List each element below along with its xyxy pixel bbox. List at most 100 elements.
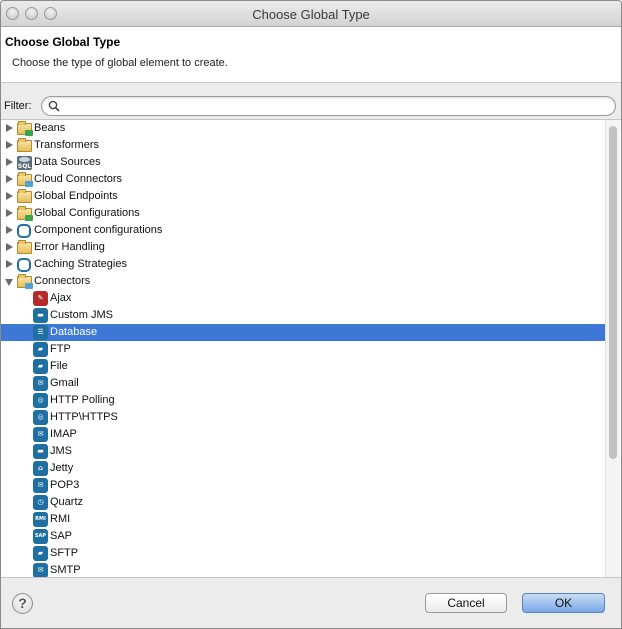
filter-label: Filter: bbox=[4, 100, 32, 112]
tree-item-label: RMI bbox=[50, 513, 71, 525]
component-icon bbox=[17, 224, 31, 238]
tree-item-label: Transformers bbox=[34, 139, 99, 151]
tree-item-label: JMS bbox=[50, 445, 72, 457]
tree-item-label: Global Endpoints bbox=[34, 190, 118, 202]
tree-item-data-sources[interactable]: SQL Data Sources bbox=[1, 154, 605, 171]
tree-item-caching-strategies[interactable]: Caching Strategies bbox=[1, 256, 605, 273]
tree-item-rmi[interactable]: RMI RMI bbox=[1, 511, 605, 528]
search-icon bbox=[48, 100, 60, 112]
clock-icon: ◷ bbox=[33, 495, 48, 510]
vertical-scrollbar[interactable] bbox=[605, 120, 620, 577]
tree-item-global-endpoints[interactable]: Global Endpoints bbox=[1, 188, 605, 205]
help-button[interactable]: ? bbox=[12, 593, 33, 614]
tree-item-label: Beans bbox=[34, 122, 66, 134]
globe-icon: ◎ bbox=[33, 410, 48, 425]
rmi-icon: RMI bbox=[33, 512, 48, 527]
folder-icon bbox=[17, 206, 33, 221]
tree-item-cloud-connectors[interactable]: Cloud Connectors bbox=[1, 171, 605, 188]
tree-item-custom-jms[interactable]: ▬ Custom JMS bbox=[1, 307, 605, 324]
tree-item-label: POP3 bbox=[50, 479, 80, 491]
folder-icon bbox=[17, 138, 32, 152]
expand-arrow-icon[interactable] bbox=[6, 141, 13, 149]
tree-item-jetty[interactable]: ⌂ Jetty bbox=[1, 460, 605, 477]
tree-item-http-polling[interactable]: ◎ HTTP Polling bbox=[1, 392, 605, 409]
sftp-folder-icon: ▰ bbox=[33, 546, 48, 561]
cancel-button[interactable]: Cancel bbox=[425, 593, 507, 613]
tree-item-jms[interactable]: ▬ JMS bbox=[1, 443, 605, 460]
tree-item-label: SFTP bbox=[50, 547, 79, 559]
tree-item-sap[interactable]: SAP SAP bbox=[1, 528, 605, 545]
tree-item-label: Connectors bbox=[34, 275, 91, 287]
jetty-icon: ⌂ bbox=[33, 461, 48, 476]
tree-item-smtp[interactable]: ✉ SMTP bbox=[1, 562, 605, 577]
tree-item-beans[interactable]: Beans bbox=[1, 120, 605, 137]
tree-item-connectors[interactable]: Connectors bbox=[1, 273, 605, 290]
ok-button[interactable]: OK bbox=[522, 593, 605, 613]
sql-database-icon: SQL bbox=[17, 156, 32, 170]
tree-item-http-https[interactable]: ◎ HTTP\HTTPS bbox=[1, 409, 605, 426]
expand-arrow-icon[interactable] bbox=[6, 260, 13, 268]
sap-icon: SAP bbox=[33, 529, 48, 544]
folder-icon bbox=[17, 189, 32, 203]
page-title: Choose Global Type bbox=[5, 35, 121, 49]
tree-item-label: Custom JMS bbox=[50, 309, 113, 321]
tree-item-label: Quartz bbox=[50, 496, 84, 508]
tree-item-database[interactable]: ☰ Database bbox=[1, 324, 605, 341]
tree-item-label: Caching Strategies bbox=[34, 258, 127, 270]
collapse-arrow-icon[interactable] bbox=[5, 279, 13, 286]
element-type-tree[interactable]: Beans Transformers SQL Data Sources Clou… bbox=[1, 119, 621, 578]
expand-arrow-icon[interactable] bbox=[6, 124, 13, 132]
tree-item-transformers[interactable]: Transformers bbox=[1, 137, 605, 154]
jms-icon: ▬ bbox=[33, 444, 48, 459]
tree-item-label: HTTP Polling bbox=[50, 394, 115, 406]
tree-item-label: Global Configurations bbox=[34, 207, 140, 219]
tree-item-imap[interactable]: ✉ IMAP bbox=[1, 426, 605, 443]
tree-item-ftp[interactable]: ▰ FTP bbox=[1, 341, 605, 358]
dialog-window: Choose Global Type Choose Global Type Ch… bbox=[0, 0, 622, 629]
tree-item-ajax[interactable]: ✎ Ajax bbox=[1, 290, 605, 307]
scrollbar-thumb[interactable] bbox=[609, 126, 617, 459]
mail-icon: ✉ bbox=[33, 478, 48, 493]
expand-arrow-icon[interactable] bbox=[6, 209, 13, 217]
folder-icon bbox=[17, 121, 33, 136]
tree-item-pop3[interactable]: ✉ POP3 bbox=[1, 477, 605, 494]
tree-item-error-handling[interactable]: Error Handling bbox=[1, 239, 605, 256]
expand-arrow-icon[interactable] bbox=[6, 243, 13, 251]
tree-item-sftp[interactable]: ▰ SFTP bbox=[1, 545, 605, 562]
tree-item-label: Component configurations bbox=[34, 224, 163, 236]
ftp-folder-icon: ▰ bbox=[33, 342, 48, 357]
tree-item-label: Database bbox=[50, 326, 98, 338]
database-icon: ☰ bbox=[33, 325, 48, 340]
tree-item-file[interactable]: ▰ File bbox=[1, 358, 605, 375]
globe-icon: ◎ bbox=[33, 393, 48, 408]
tree-item-component-configurations[interactable]: Component configurations bbox=[1, 222, 605, 239]
mail-icon: ✉ bbox=[33, 563, 48, 577]
wizard-header: Choose Global Type Choose the type of gl… bbox=[1, 27, 621, 83]
tree-item-label: SMTP bbox=[50, 564, 81, 576]
tree-item-label: Gmail bbox=[50, 377, 79, 389]
folder-icon bbox=[17, 274, 33, 289]
tree-item-label: Cloud Connectors bbox=[34, 173, 123, 185]
expand-arrow-icon[interactable] bbox=[6, 192, 13, 200]
component-icon bbox=[17, 258, 31, 272]
mail-icon: ✉ bbox=[33, 376, 48, 391]
tree-item-label: Ajax bbox=[50, 292, 72, 304]
tree-item-label: SAP bbox=[50, 530, 73, 542]
ajax-icon: ✎ bbox=[33, 291, 48, 306]
filter-input[interactable] bbox=[64, 98, 609, 114]
tree-item-gmail[interactable]: ✉ Gmail bbox=[1, 375, 605, 392]
file-folder-icon: ▰ bbox=[33, 359, 48, 374]
expand-arrow-icon[interactable] bbox=[6, 175, 13, 183]
tree-item-label: Jetty bbox=[50, 462, 74, 474]
tree-item-label: File bbox=[50, 360, 68, 372]
jms-icon: ▬ bbox=[33, 308, 48, 323]
expand-arrow-icon[interactable] bbox=[6, 158, 13, 166]
page-description: Choose the type of global element to cre… bbox=[12, 57, 228, 69]
tree-item-label: HTTP\HTTPS bbox=[50, 411, 118, 423]
folder-icon bbox=[17, 172, 33, 187]
expand-arrow-icon[interactable] bbox=[6, 226, 13, 234]
tree-item-global-configurations[interactable]: Global Configurations bbox=[1, 205, 605, 222]
title-bar: Choose Global Type bbox=[1, 1, 621, 27]
filter-field[interactable] bbox=[41, 96, 616, 116]
tree-item-quartz[interactable]: ◷ Quartz bbox=[1, 494, 605, 511]
